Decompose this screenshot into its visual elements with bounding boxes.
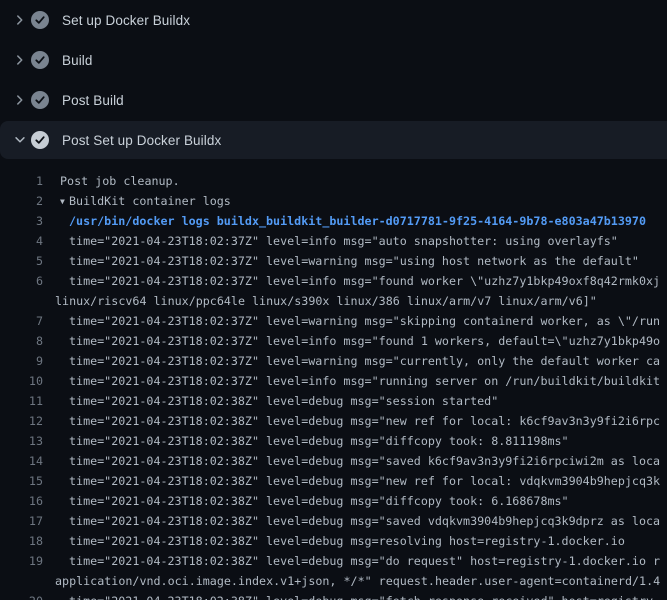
log-text: time="2021-04-23T18:02:38Z" level=debug … xyxy=(43,391,498,411)
line-number[interactable]: 13 xyxy=(0,431,43,451)
log-line: 19time="2021-04-23T18:02:38Z" level=debu… xyxy=(0,551,667,571)
log-line: 12time="2021-04-23T18:02:38Z" level=debu… xyxy=(0,411,667,431)
log-text: time="2021-04-23T18:02:38Z" level=debug … xyxy=(43,491,569,511)
log-line: 17time="2021-04-23T18:02:38Z" level=debu… xyxy=(0,511,667,531)
log-line: 7time="2021-04-23T18:02:37Z" level=warni… xyxy=(0,311,667,331)
line-number[interactable]: 8 xyxy=(0,331,43,351)
line-number xyxy=(0,291,43,311)
log-text: time="2021-04-23T18:02:37Z" level=warnin… xyxy=(43,251,639,271)
log-text: time="2021-04-23T18:02:38Z" level=debug … xyxy=(43,531,625,551)
log-line: 14time="2021-04-23T18:02:38Z" level=debu… xyxy=(0,451,667,471)
log-group-label: BuildKit container logs xyxy=(69,194,231,208)
steps-list: Set up Docker Buildx Build Post Build Post … xyxy=(0,0,667,159)
actions-log-viewer: Set up Docker Buildx Build Post Build Post … xyxy=(0,0,667,600)
check-circle-icon xyxy=(31,51,49,69)
step-title: Post Set up Docker Buildx xyxy=(62,133,221,148)
log-text: time="2021-04-23T18:02:38Z" level=debug … xyxy=(43,451,660,471)
log-line: 9time="2021-04-23T18:02:37Z" level=warni… xyxy=(0,351,667,371)
log-text: time="2021-04-23T18:02:37Z" level=info m… xyxy=(43,331,660,351)
line-number xyxy=(0,571,43,591)
log-text: time="2021-04-23T18:02:38Z" level=debug … xyxy=(43,411,660,431)
log-line: 5time="2021-04-23T18:02:37Z" level=warni… xyxy=(0,251,667,271)
log-group-toggle-icon[interactable]: ▼ xyxy=(60,192,69,211)
log-line: 20time="2021-04-23T18:02:38Z" level=debu… xyxy=(0,591,667,600)
log-command-text: /usr/bin/docker logs buildx_buildkit_bui… xyxy=(43,211,646,231)
log-line: 4time="2021-04-23T18:02:37Z" level=info … xyxy=(0,231,667,251)
check-circle-icon xyxy=(31,131,49,149)
log-line: 10time="2021-04-23T18:02:37Z" level=info… xyxy=(0,371,667,391)
log-lines: 1Post job cleanup.2▼BuildKit container l… xyxy=(0,160,667,600)
line-number[interactable]: 1 xyxy=(0,171,43,191)
log-text: time="2021-04-23T18:02:38Z" level=debug … xyxy=(43,511,660,531)
chevron-right-icon xyxy=(13,13,27,27)
line-number[interactable]: 11 xyxy=(0,391,43,411)
check-circle-icon xyxy=(31,11,49,29)
step-row-post-set-up-docker-buildx[interactable]: Post Set up Docker Buildx xyxy=(0,121,667,159)
log-line: 11time="2021-04-23T18:02:38Z" level=debu… xyxy=(0,391,667,411)
log-line: 3/usr/bin/docker logs buildx_buildkit_bu… xyxy=(0,211,667,231)
log-text: time="2021-04-23T18:02:37Z" level=info m… xyxy=(43,271,660,291)
step-row-set-up-docker-buildx[interactable]: Set up Docker Buildx xyxy=(0,0,667,40)
chevron-down-icon xyxy=(13,133,27,147)
line-number[interactable]: 9 xyxy=(0,351,43,371)
check-circle-icon xyxy=(31,91,49,109)
line-number[interactable]: 3 xyxy=(0,211,43,231)
line-number[interactable]: 4 xyxy=(0,231,43,251)
step-title: Build xyxy=(62,53,93,68)
line-number[interactable]: 7 xyxy=(0,311,43,331)
log-text: Post job cleanup. xyxy=(43,171,180,191)
step-row-build[interactable]: Build xyxy=(0,40,667,80)
log-line: 13time="2021-04-23T18:02:38Z" level=debu… xyxy=(0,431,667,451)
log-line: 2▼BuildKit container logs xyxy=(0,191,667,211)
line-number[interactable]: 5 xyxy=(0,251,43,271)
log-text: application/vnd.oci.image.index.v1+json,… xyxy=(43,571,660,591)
log-text: linux/riscv64 linux/ppc64le linux/s390x … xyxy=(43,291,597,311)
step-row-post-build[interactable]: Post Build xyxy=(0,80,667,120)
log-text: ▼BuildKit container logs xyxy=(43,191,231,211)
chevron-right-icon xyxy=(13,93,27,107)
log-text: time="2021-04-23T18:02:38Z" level=debug … xyxy=(43,591,660,600)
line-number[interactable]: 17 xyxy=(0,511,43,531)
log-line: 15time="2021-04-23T18:02:38Z" level=debu… xyxy=(0,471,667,491)
line-number[interactable]: 6 xyxy=(0,271,43,291)
log-text: time="2021-04-23T18:02:38Z" level=debug … xyxy=(43,431,569,451)
step-title: Set up Docker Buildx xyxy=(62,13,190,28)
log-text: time="2021-04-23T18:02:38Z" level=debug … xyxy=(43,551,660,571)
line-number[interactable]: 12 xyxy=(0,411,43,431)
log-text: time="2021-04-23T18:02:37Z" level=info m… xyxy=(43,371,660,391)
line-number[interactable]: 2 xyxy=(0,191,43,211)
log-line-continuation: linux/riscv64 linux/ppc64le linux/s390x … xyxy=(0,291,667,311)
log-line-continuation: application/vnd.oci.image.index.v1+json,… xyxy=(0,571,667,591)
line-number[interactable]: 10 xyxy=(0,371,43,391)
line-number[interactable]: 16 xyxy=(0,491,43,511)
line-number[interactable]: 15 xyxy=(0,471,43,491)
log-line: 1Post job cleanup. xyxy=(0,171,667,191)
line-number[interactable]: 20 xyxy=(0,591,43,600)
log-line: 6time="2021-04-23T18:02:37Z" level=info … xyxy=(0,271,667,291)
line-number[interactable]: 18 xyxy=(0,531,43,551)
chevron-right-icon xyxy=(13,53,27,67)
log-line: 8time="2021-04-23T18:02:37Z" level=info … xyxy=(0,331,667,351)
log-text: time="2021-04-23T18:02:37Z" level=warnin… xyxy=(43,351,660,371)
log-text: time="2021-04-23T18:02:37Z" level=warnin… xyxy=(43,311,660,331)
line-number[interactable]: 14 xyxy=(0,451,43,471)
log-text: time="2021-04-23T18:02:38Z" level=debug … xyxy=(43,471,660,491)
step-title: Post Build xyxy=(62,93,124,108)
line-number[interactable]: 19 xyxy=(0,551,43,571)
log-line: 16time="2021-04-23T18:02:38Z" level=debu… xyxy=(0,491,667,511)
log-text: time="2021-04-23T18:02:37Z" level=info m… xyxy=(43,231,618,251)
log-line: 18time="2021-04-23T18:02:38Z" level=debu… xyxy=(0,531,667,551)
